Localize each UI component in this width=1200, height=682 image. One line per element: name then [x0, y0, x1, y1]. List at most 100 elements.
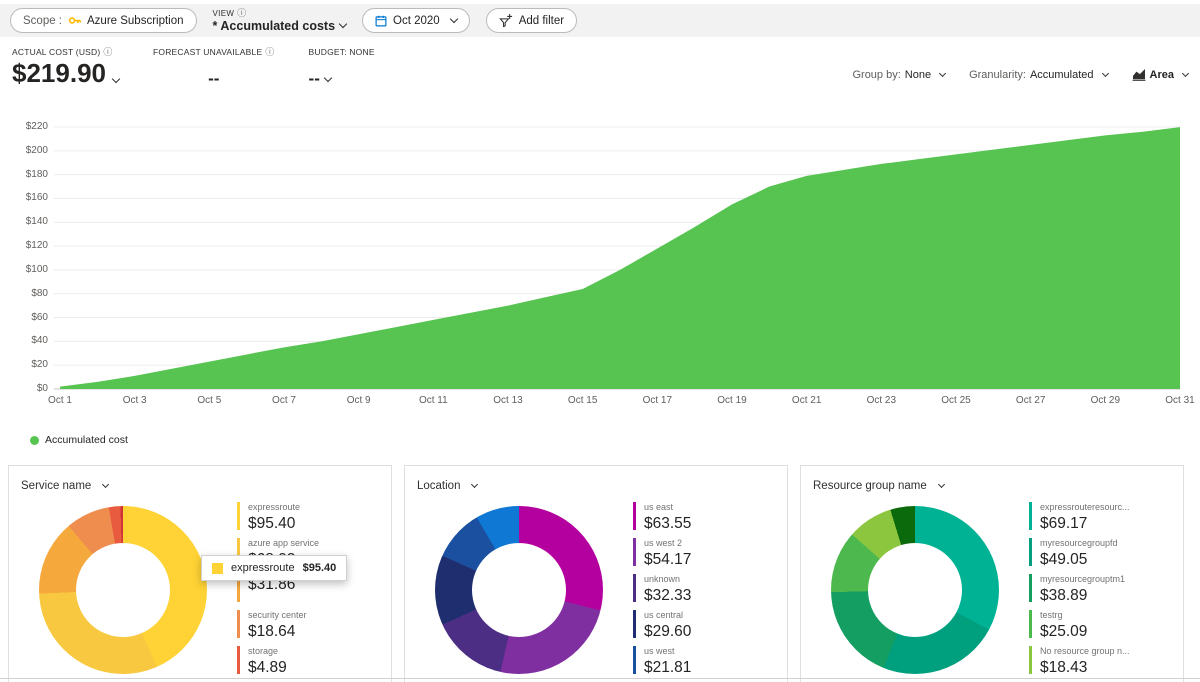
legend-label: myresourcegrouptm1 [1040, 574, 1171, 585]
x-axis-label: Oct 11 [419, 395, 448, 406]
tooltip-value: $95.40 [303, 562, 337, 574]
donut-legend: expressroute$95.40azure app service$68.0… [237, 502, 379, 682]
legend-label: us east [644, 502, 775, 513]
legend-item: us west$21.81 [633, 646, 775, 674]
legend-value: $32.33 [644, 587, 775, 604]
legend-label: security center [248, 610, 379, 621]
add-filter-icon [499, 14, 513, 27]
panel-title: Service name [21, 480, 91, 492]
service-name-dropdown[interactable]: Service name [21, 480, 108, 492]
scope-picker[interactable]: Scope : Azure Subscription [10, 8, 197, 33]
date-range-value: Oct 2020 [393, 15, 440, 27]
legend-item: us east$63.55 [633, 502, 775, 530]
legend-item: No resource group n...$18.43 [1029, 646, 1171, 674]
legend-item: us central $29.60 [633, 610, 775, 638]
y-axis-label: $60 [0, 312, 48, 323]
budget-dropdown[interactable]: -- [309, 69, 375, 89]
panel-title: Resource group name [813, 480, 927, 492]
legend-value: $21.81 [644, 659, 775, 676]
legend-label: us central [644, 610, 775, 621]
location-panel: Location us east$63.55us west 2$54.17unk… [404, 465, 788, 682]
add-filter-button[interactable]: Add filter [486, 8, 577, 33]
x-axis-label: Oct 25 [941, 395, 970, 406]
x-axis-label: Oct 31 [1165, 395, 1194, 406]
legend-value: $95.40 [248, 515, 379, 532]
panel-title: Location [417, 480, 460, 492]
legend-item: myresourcegroupfd $49.05 [1029, 538, 1171, 566]
chevron-down-icon [449, 15, 457, 23]
forecast-label: FORECAST UNAVAILABLE [153, 47, 262, 57]
y-axis-label: $100 [0, 264, 48, 275]
breakdown-panels: Service name expressroute$95.40azure app… [0, 465, 1200, 682]
legend-value: $29.60 [644, 623, 775, 640]
granularity-dropdown[interactable]: Granularity: Accumulated [969, 69, 1107, 81]
actual-cost-label: ACTUAL COST (USD) [12, 47, 100, 57]
chevron-down-icon [1101, 70, 1108, 77]
y-axis-label: $0 [0, 383, 48, 394]
legend-label: expressroute [248, 502, 379, 513]
y-axis-label: $80 [0, 288, 48, 299]
legend-label: us west 2 [644, 538, 775, 549]
forecast-value: -- [153, 69, 275, 89]
legend-label: testrg [1040, 610, 1171, 621]
area-chart-icon [1132, 69, 1146, 81]
y-axis-label: $180 [0, 169, 48, 180]
location-dropdown[interactable]: Location [417, 480, 477, 492]
donut-legend: expressrouteresourc...$69.17 myresourcegr… [1029, 502, 1171, 682]
granularity-value: Accumulated [1030, 69, 1094, 81]
location-donut[interactable] [435, 506, 603, 674]
x-axis-label: Oct 9 [347, 395, 371, 406]
y-axis-label: $200 [0, 145, 48, 156]
legend-item: unknown$32.33 [633, 574, 775, 602]
date-range-picker[interactable]: Oct 2020 [362, 8, 470, 33]
legend-value: $25.09 [1040, 623, 1171, 640]
legend-item: security center$18.64 [237, 610, 379, 638]
toolbar: Scope : Azure Subscription VIEW ⓘ * Accu… [0, 4, 1200, 37]
chevron-down-icon [324, 73, 332, 81]
legend-label: expressrouteresourc... [1040, 502, 1171, 513]
group-by-value: None [905, 69, 931, 81]
service-name-donut[interactable] [39, 506, 207, 674]
granularity-label: Granularity: [969, 69, 1026, 81]
view-picker[interactable]: VIEW ⓘ * Accumulated costs [213, 9, 347, 33]
scope-value: Azure Subscription [87, 15, 184, 27]
chart-tooltip: expressroute $95.40 [201, 555, 347, 581]
info-icon: ⓘ [265, 48, 274, 57]
chevron-down-icon [471, 481, 478, 488]
legend-label: storage [248, 646, 379, 657]
resource-group-dropdown[interactable]: Resource group name [813, 480, 944, 492]
kpi-row: ACTUAL COST (USD) ⓘ $219.90 FORECAST UNA… [0, 37, 1200, 109]
kpi-actual-cost: ACTUAL COST (USD) ⓘ $219.90 [12, 47, 119, 88]
budget-label: BUDGET: NONE [309, 47, 375, 57]
info-icon: ⓘ [237, 9, 246, 18]
x-axis-label: Oct 7 [272, 395, 296, 406]
kpi-forecast: FORECAST UNAVAILABLE ⓘ -- [153, 47, 275, 89]
group-by-label: Group by: [852, 69, 900, 81]
legend-item: expressrouteresourc...$69.17 [1029, 502, 1171, 530]
legend-item: expressroute $95.40 [237, 502, 379, 530]
calendar-icon [375, 15, 387, 27]
chart-type-dropdown[interactable]: Area [1132, 69, 1188, 81]
service-name-panel: Service name expressroute$95.40azure app… [8, 465, 392, 682]
legend-value: $49.05 [1040, 551, 1171, 568]
y-axis-label: $160 [0, 192, 48, 203]
donut-legend: us east$63.55us west 2$54.17unknown$32.3… [633, 502, 775, 682]
x-axis-label: Oct 23 [867, 395, 896, 406]
group-by-dropdown[interactable]: Group by: None [852, 69, 945, 81]
resource-group-donut[interactable] [831, 506, 999, 674]
chevron-down-icon [1182, 70, 1189, 77]
legend-value: $4.89 [248, 659, 379, 676]
bottom-divider [0, 678, 1200, 679]
view-label: VIEW [213, 9, 235, 18]
chevron-down-icon [939, 70, 946, 77]
chevron-down-icon [938, 481, 945, 488]
actual-cost-dropdown[interactable]: $219.90 [12, 59, 119, 88]
x-axis-label: Oct 15 [568, 395, 597, 406]
accumulated-cost-chart[interactable]: $0$20$40$60$80$100$120$140$160$180$200$2… [0, 109, 1200, 411]
x-axis-label: Oct 21 [792, 395, 821, 406]
info-icon: ⓘ [103, 48, 112, 57]
area-chart-svg [0, 109, 1200, 411]
legend-label: myresourcegroupfd [1040, 538, 1171, 549]
chevron-down-icon [112, 74, 120, 82]
legend-value: $38.89 [1040, 587, 1171, 604]
